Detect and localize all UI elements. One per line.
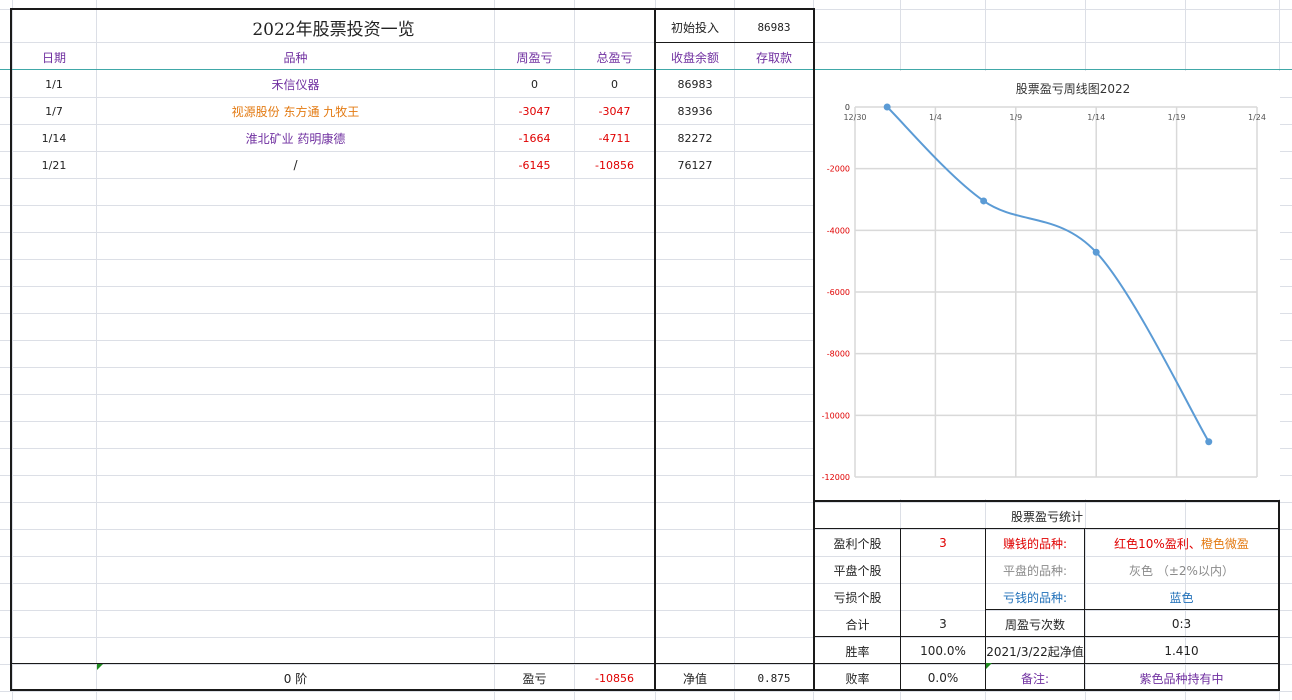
table-border-top — [10, 8, 814, 10]
initial-investment-value[interactable]: 86983 — [735, 12, 813, 42]
cell-week-pl[interactable]: -1664 — [495, 125, 574, 151]
pl-value[interactable]: -10856 — [575, 665, 654, 691]
y-tick-label: -8000 — [827, 350, 850, 359]
footer-split — [10, 663, 814, 664]
initial-investment-label: 初始投入 — [670, 20, 719, 35]
cell-date[interactable]: 1/1 — [12, 71, 96, 97]
x-tick-label: 1/24 — [1248, 113, 1266, 122]
stat-label: 合计 — [845, 617, 870, 632]
cell-date[interactable]: 1/7 — [12, 98, 96, 124]
stat-label: 胜率 — [845, 644, 870, 659]
data-point[interactable] — [883, 103, 891, 111]
header-split — [655, 42, 814, 43]
profit-color-orange: 橙色微盈 — [1200, 536, 1249, 551]
gridline-h — [0, 691, 1292, 692]
chart-title: 股票盈亏周线图2022 — [1016, 82, 1131, 96]
stat-value[interactable]: 3 — [901, 611, 985, 637]
cell-week-pl[interactable]: -3047 — [495, 98, 574, 124]
line-chart: 股票盈亏周线图2022 12/30 1/4 1/9 1/14 1/19 1/24 0 -20… — [822, 82, 1266, 482]
stats-border-top — [814, 500, 1280, 502]
col-header-date[interactable]: 日期 — [12, 44, 96, 70]
cell-deposit[interactable] — [735, 71, 813, 97]
stat-value[interactable] — [901, 557, 985, 583]
col-header-total-pl[interactable]: 总盈亏 — [575, 44, 654, 70]
col-header-week-pl[interactable]: 周盈亏 — [495, 44, 574, 70]
y-tick-label: 0 — [845, 103, 850, 112]
cell-variety[interactable]: 禾信仪器 — [97, 71, 494, 97]
cell-week-pl[interactable]: -6145 — [495, 152, 574, 178]
stat-key: 周盈亏次数 — [1004, 617, 1065, 632]
stat-note[interactable]: 紫色品种持有中 — [1085, 665, 1278, 691]
stat-key: 平盘的品种: — [1002, 563, 1068, 578]
stat-key: 2021/3/22起净值 — [986, 644, 1084, 659]
y-tick-label: -2000 — [827, 165, 850, 174]
col-header-deposit[interactable]: 存取款 — [735, 44, 813, 70]
page-title: 2022年股票投资一览 — [252, 19, 415, 40]
cell-date[interactable]: 1/14 — [12, 125, 96, 151]
cell-date[interactable]: 1/21 — [12, 152, 96, 178]
gridline-h — [0, 42, 1292, 43]
col-header-balance[interactable]: 收盘余额 — [656, 44, 734, 70]
stat-key: 亏钱的品种: — [1002, 590, 1068, 605]
cell-deposit[interactable] — [735, 152, 813, 178]
x-tick-label: 1/4 — [929, 113, 942, 122]
pl-label: 盈亏 — [522, 671, 547, 686]
stat-label: 亏损个股 — [833, 590, 882, 605]
cell-variety[interactable]: 淮北矿业 药明康德 — [97, 125, 494, 151]
cell-week-pl[interactable]: 0 — [495, 71, 574, 97]
stat-note[interactable]: 蓝色 — [1085, 584, 1278, 610]
nav-value[interactable]: 0.875 — [735, 665, 813, 691]
y-tick-label: -4000 — [827, 226, 850, 235]
x-tick-label: 1/9 — [1009, 113, 1022, 122]
cell-balance[interactable]: 82272 — [656, 125, 734, 151]
x-tick-label: 1/19 — [1168, 113, 1186, 122]
cell-balance[interactable]: 86983 — [656, 71, 734, 97]
stat-label: 盈利个股 — [833, 536, 882, 551]
cell-deposit[interactable] — [735, 125, 813, 151]
stat-value[interactable]: 3 — [901, 530, 985, 556]
stat-note-profit[interactable]: 红色10%盈利、 橙色微盈 — [1085, 530, 1278, 556]
stat-label: 平盘个股 — [833, 563, 882, 578]
y-tick-label: -6000 — [827, 288, 850, 297]
x-tick-label: 1/14 — [1087, 113, 1105, 122]
stat-key: 赚钱的品种: — [1002, 536, 1068, 551]
cell-total-pl[interactable]: -3047 — [575, 98, 654, 124]
chart-area[interactable]: 股票盈亏周线图2022 12/30 1/4 1/9 1/14 1/19 1/24 0 -20… — [815, 71, 1280, 499]
stat-value[interactable]: 100.0% — [901, 638, 985, 664]
cell-balance[interactable]: 76127 — [656, 152, 734, 178]
cell-balance[interactable]: 83936 — [656, 98, 734, 124]
stat-note[interactable]: 0:3 — [1085, 611, 1278, 637]
cell-total-pl[interactable]: -10856 — [575, 152, 654, 178]
stat-value[interactable]: 0.0% — [901, 665, 985, 691]
y-tick-label: -12000 — [822, 473, 850, 482]
cell-total-pl[interactable]: -4711 — [575, 125, 654, 151]
stat-note[interactable]: 灰色 （±2%以内） — [1085, 557, 1278, 583]
data-point[interactable] — [1092, 248, 1100, 256]
cell-total-pl[interactable]: 0 — [575, 71, 654, 97]
stat-note[interactable]: 1.410 — [1085, 638, 1278, 664]
cell-variety[interactable]: 视源股份 东方通 九牧王 — [97, 98, 494, 124]
y-tick-label: -10000 — [822, 411, 850, 420]
data-point[interactable] — [980, 197, 988, 205]
cell-variety[interactable]: / — [97, 152, 494, 178]
data-point[interactable] — [1205, 438, 1213, 446]
nav-label: 净值 — [682, 671, 707, 686]
profit-color-red: 红色10%盈利、 — [1114, 536, 1201, 551]
stat-label: 败率 — [845, 671, 870, 686]
cell-deposit[interactable] — [735, 98, 813, 124]
stat-value[interactable] — [901, 584, 985, 610]
stage-cell[interactable]: 0 阶 — [97, 665, 494, 691]
col-header-variety[interactable]: 品种 — [97, 44, 494, 70]
x-tick-label: 12/30 — [843, 113, 866, 122]
stats-title: 股票盈亏统计 — [1010, 509, 1083, 524]
stat-key: 备注: — [1020, 671, 1050, 686]
error-indicator-icon — [986, 663, 992, 669]
